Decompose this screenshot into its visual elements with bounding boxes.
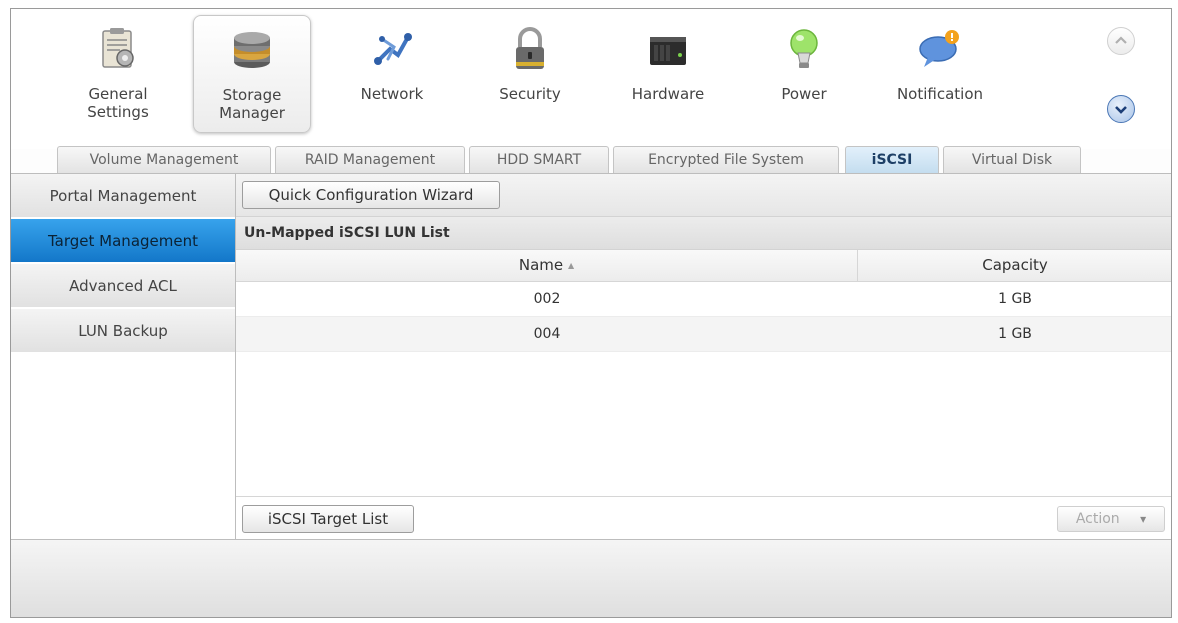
storage-manager-window: General Settings Storage Manager Network… [10,8,1172,618]
action-dropdown-label: Action [1075,511,1120,527]
tab-encrypted-file-system[interactable]: Encrypted File System [613,146,839,173]
tab-volume-management[interactable]: Volume Management [57,146,271,173]
column-header-capacity[interactable]: Capacity [858,250,1171,281]
chevron-down-icon [1115,106,1127,114]
disk-stack-icon [234,32,270,68]
toolbar-label: Storage Manager [219,86,285,122]
toolbar-label: Power [781,85,827,103]
section-title: Un-Mapped iSCSI LUN List [236,216,1171,250]
tab-raid-management[interactable]: RAID Management [275,146,465,173]
tab-hdd-smart[interactable]: HDD SMART [469,146,609,173]
lun-table: Name ▲ Capacity 002 1 GB 004 1 GB [236,250,1171,352]
toolbar-item-network[interactable]: Network [333,15,451,133]
speech-bubble-icon [919,30,959,67]
cell-capacity: 1 GB [998,326,1032,342]
toolbar-label: General Settings [87,85,149,121]
column-header-label: Capacity [982,256,1048,274]
sort-ascending-icon: ▲ [567,261,575,270]
top-toolbar: General Settings Storage Manager Network… [11,9,1171,149]
toolbar-item-general-settings[interactable]: General Settings [59,15,177,133]
clipboard-settings-icon [102,28,134,68]
sidebar-item-advanced-acl[interactable]: Advanced ACL [11,264,235,308]
toolbar-item-security[interactable]: Security [471,15,589,133]
action-dropdown[interactable]: Action ▾ [1057,506,1165,532]
lightbulb-icon [790,29,818,68]
cell-name: 004 [533,326,561,342]
tab-virtual-disk[interactable]: Virtual Disk [943,146,1081,173]
sidebar-item-target-management[interactable]: Target Management [11,219,235,263]
toolbar-item-power[interactable]: Power [745,15,863,133]
sidebar: Portal Management Target Management Adva… [11,174,236,539]
toolbar-item-hardware[interactable]: Hardware [609,15,727,133]
main-panel: Quick Configuration Wizard Un-Mapped iSC… [236,174,1171,539]
main-topbar: Quick Configuration Wizard [236,174,1171,216]
toolbar-item-storage-manager[interactable]: Storage Manager [193,15,311,133]
network-icon [374,33,412,65]
iscsi-target-list-button[interactable]: iSCSI Target List [242,505,414,533]
table-header: Name ▲ Capacity [236,250,1171,282]
tab-bar: Volume Management RAID Management HDD SM… [11,146,1171,174]
toolbar-label: Hardware [631,85,705,103]
quick-configuration-wizard-button[interactable]: Quick Configuration Wizard [242,181,500,209]
toolbar-label: Notification [896,85,984,103]
column-header-label: Name [518,256,564,274]
chevron-up-icon [1115,36,1127,44]
scroll-up-button[interactable] [1107,27,1135,55]
sidebar-item-lun-backup[interactable]: LUN Backup [11,309,235,353]
scroll-down-button[interactable] [1107,95,1135,123]
table-row[interactable]: 004 1 GB [236,317,1171,352]
padlock-icon [516,27,544,69]
toolbar-label: Security [499,85,561,103]
window-footer [11,539,1171,617]
content-area: Portal Management Target Management Adva… [11,173,1171,539]
column-header-name[interactable]: Name ▲ [236,250,858,281]
table-row[interactable]: 002 1 GB [236,282,1171,317]
cell-name: 002 [533,291,561,307]
main-bottombar: iSCSI Target List Action ▾ [236,496,1171,539]
server-icon [650,37,686,65]
sidebar-item-portal-management[interactable]: Portal Management [11,174,235,218]
cell-capacity: 1 GB [998,291,1032,307]
dropdown-arrow-icon: ▾ [1140,512,1147,526]
table-body: 002 1 GB 004 1 GB [236,282,1171,352]
toolbar-item-notification[interactable]: Notification [881,15,999,133]
tab-iscsi[interactable]: iSCSI [845,146,939,173]
toolbar-label: Network [360,85,424,103]
